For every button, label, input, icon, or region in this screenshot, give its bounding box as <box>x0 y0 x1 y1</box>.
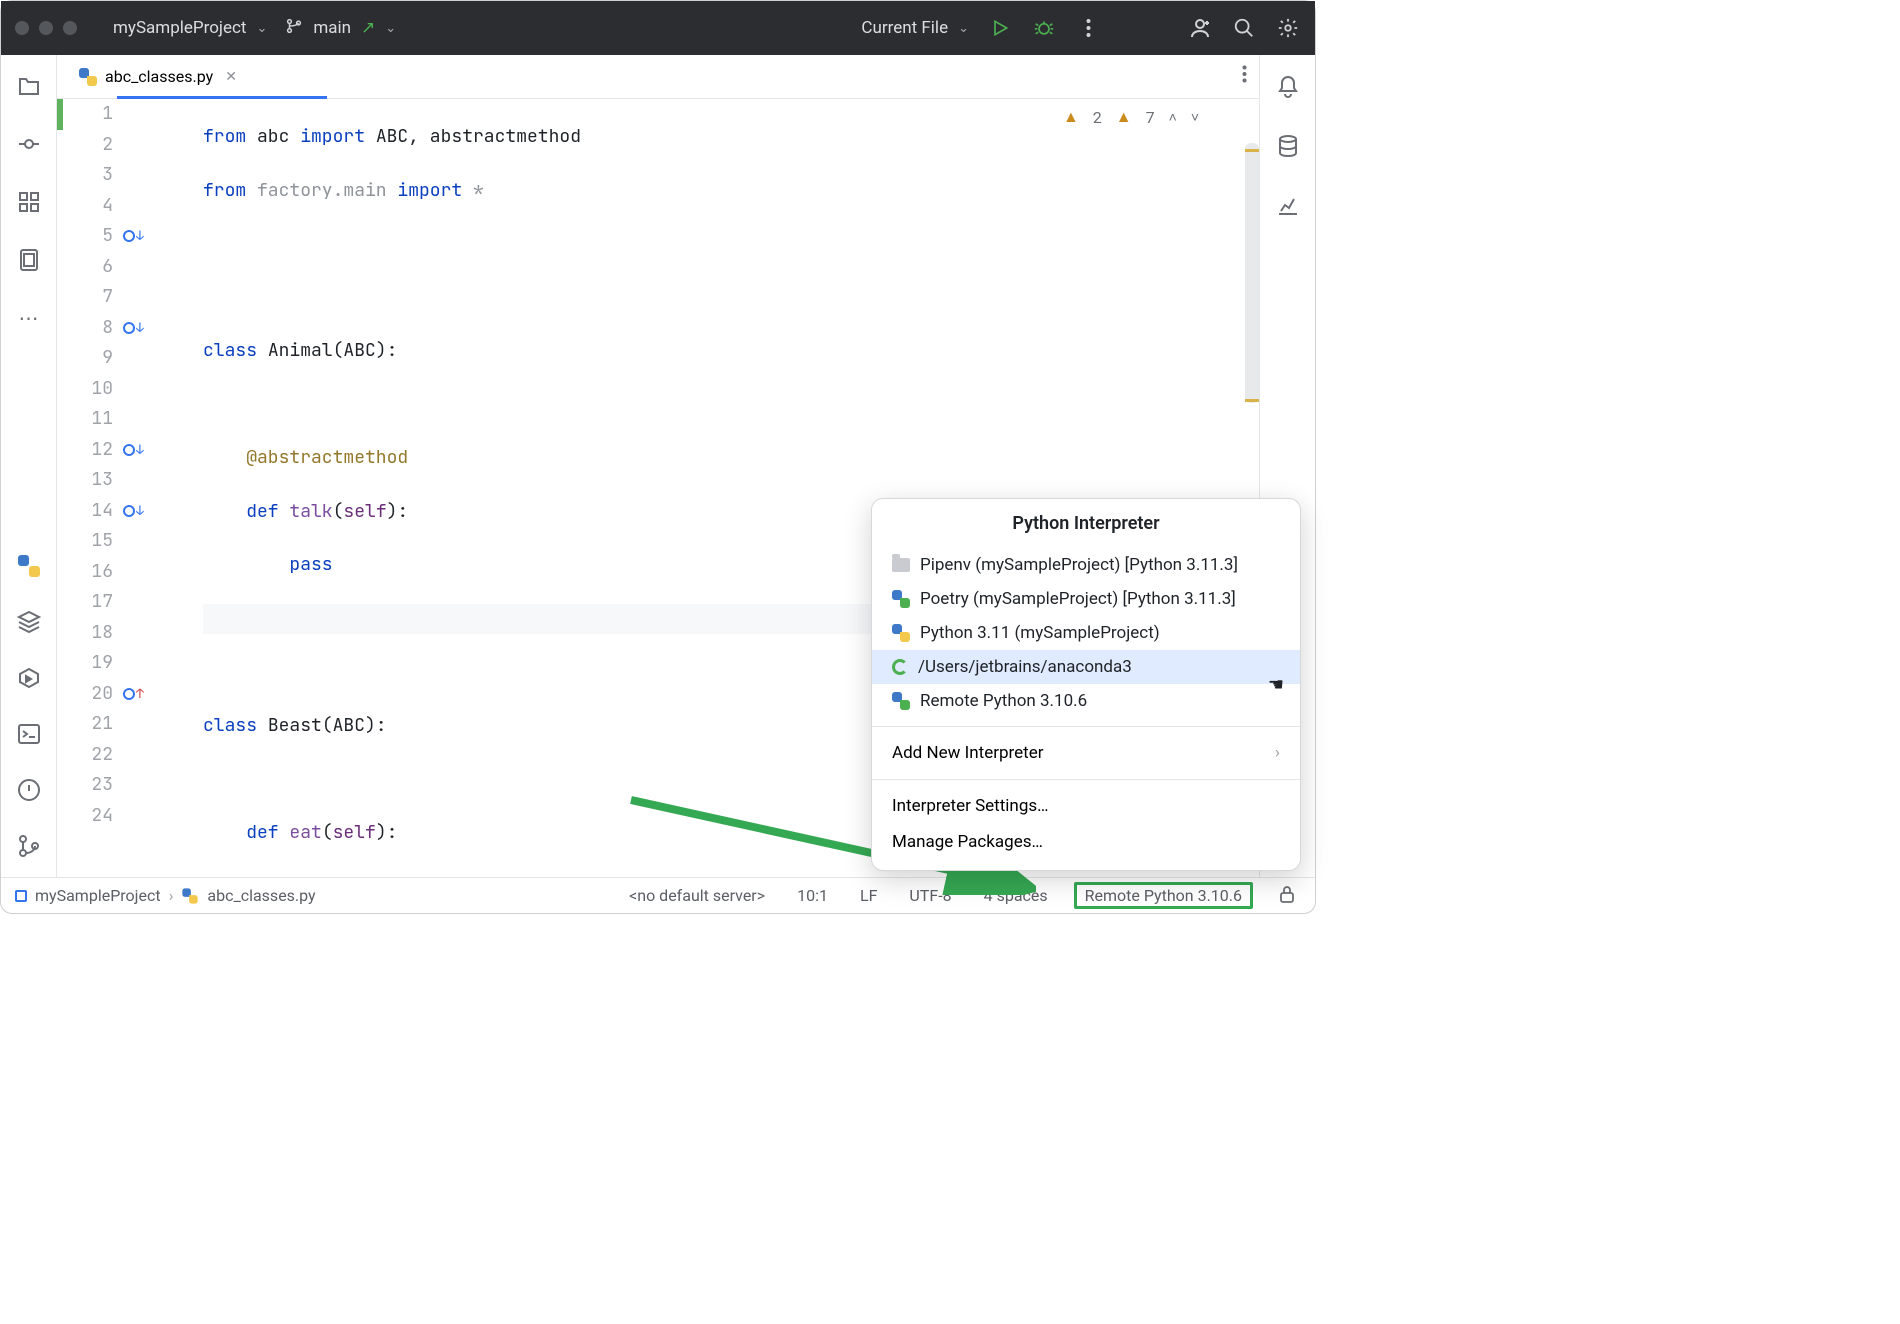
warning-count-2: 7 <box>1146 108 1155 127</box>
line-separator-widget[interactable]: LF <box>854 884 883 907</box>
titlebar: mySampleProject ⌄ main ↗ ⌄ Current File … <box>1 1 1315 55</box>
chevron-down-icon: ⌄ <box>256 21 267 36</box>
code-with-me-icon[interactable] <box>1187 15 1213 41</box>
editor-scrollbar[interactable] <box>1245 143 1259 403</box>
terminal-tool-icon[interactable] <box>16 721 42 747</box>
editor-tabs-more[interactable] <box>1242 64 1247 89</box>
problems-tool-icon[interactable] <box>16 777 42 803</box>
inspection-widget[interactable]: ▲ 2 ▲ 7 ˄ ˅ <box>1063 107 1199 127</box>
editor-tab[interactable]: abc_classes.py ✕ <box>69 61 247 92</box>
cursor-icon: ☚ <box>1268 674 1284 695</box>
interpreter-option[interactable]: Poetry (mySampleProject) [Python 3.11.3] <box>872 582 1300 616</box>
python-icon <box>892 590 910 608</box>
readonly-lock-icon[interactable] <box>1273 883 1301 909</box>
tab-filename: abc_classes.py <box>105 67 213 86</box>
python-packages-icon[interactable] <box>16 609 42 635</box>
python-file-icon <box>79 68 97 86</box>
vcs-branch-selector[interactable]: main ↗ ⌄ <box>285 17 396 40</box>
interpreter-option[interactable]: Python 3.11 (mySampleProject) <box>872 616 1300 650</box>
status-bar: mySampleProject › abc_classes.py <no def… <box>1 877 1315 913</box>
run-button[interactable] <box>987 15 1013 41</box>
python-icon <box>892 692 910 710</box>
manage-packages-item[interactable]: Manage Packages… <box>872 824 1300 860</box>
chevron-down-icon: ⌄ <box>958 21 969 36</box>
push-arrow-icon: ↗ <box>361 18 375 38</box>
project-name: mySampleProject <box>113 18 246 38</box>
interpreter-popup: Python Interpreter Pipenv (mySampleProje… <box>871 498 1301 871</box>
database-tool-icon[interactable] <box>1275 133 1301 159</box>
chevron-right-icon: › <box>169 886 174 905</box>
commit-tool-icon[interactable] <box>16 131 42 157</box>
editor-gutter[interactable]: 123456789101112131415161718192021222324 … <box>57 99 197 877</box>
breadcrumb-project[interactable]: mySampleProject <box>35 886 161 905</box>
structure-tool-icon[interactable] <box>16 189 42 215</box>
editor-tabbar: abc_classes.py ✕ <box>57 55 1259 99</box>
chevron-up-icon[interactable]: ˄ <box>1169 109 1177 126</box>
settings-icon[interactable] <box>1275 15 1301 41</box>
close-window[interactable] <box>15 21 29 35</box>
branch-icon <box>285 17 303 40</box>
warning-icon: ▲ <box>1116 107 1132 127</box>
project-tool-icon[interactable] <box>16 73 42 99</box>
interpreter-label: Remote Python 3.10.6 <box>920 691 1087 711</box>
interpreter-label: /Users/jetbrains/anaconda3 <box>918 657 1132 677</box>
module-icon <box>15 890 27 902</box>
popup-title: Python Interpreter <box>872 513 1300 534</box>
close-tab-icon[interactable]: ✕ <box>225 69 237 85</box>
python-console-icon[interactable] <box>16 553 42 579</box>
breadcrumb-file[interactable]: abc_classes.py <box>207 886 315 905</box>
interpreter-option[interactable]: /Users/jetbrains/anaconda3☚ <box>872 650 1300 684</box>
window-controls[interactable] <box>15 21 77 35</box>
indent-widget[interactable]: 4 spaces <box>978 884 1054 907</box>
interpreter-label: Pipenv (mySampleProject) [Python 3.11.3] <box>920 555 1238 575</box>
left-tool-rail: ⋯ <box>1 55 57 877</box>
chevron-down-icon[interactable]: ˅ <box>1191 109 1199 126</box>
project-selector[interactable]: mySampleProject ⌄ <box>113 18 267 38</box>
run-config-label: Current File <box>861 18 948 38</box>
branch-name: main <box>313 18 351 38</box>
loading-spinner-icon <box>892 659 908 675</box>
python-icon <box>892 624 910 642</box>
notifications-tool-icon[interactable] <box>1275 73 1301 99</box>
python-interpreter-widget[interactable]: Remote Python 3.10.6 <box>1074 882 1253 909</box>
debug-button[interactable] <box>1031 15 1057 41</box>
encoding-widget[interactable]: UTF-8 <box>903 884 957 907</box>
minimize-window[interactable] <box>39 21 53 35</box>
bookmarks-tool-icon[interactable] <box>16 247 42 273</box>
add-new-interpreter-item[interactable]: Add New Interpreter › <box>872 735 1300 771</box>
caret-position-widget[interactable]: 10:1 <box>791 884 834 907</box>
warning-icon: ▲ <box>1063 107 1079 127</box>
chevron-right-icon: › <box>1275 743 1280 763</box>
interpreter-option[interactable]: Pipenv (mySampleProject) [Python 3.11.3] <box>872 548 1300 582</box>
more-actions-button[interactable] <box>1075 15 1101 41</box>
vcs-tool-icon[interactable] <box>16 833 42 859</box>
interpreter-settings-item[interactable]: Interpreter Settings… <box>872 788 1300 824</box>
search-everywhere-icon[interactable] <box>1231 15 1257 41</box>
zoom-window[interactable] <box>63 21 77 35</box>
python-file-icon <box>183 888 198 903</box>
more-tools-icon[interactable]: ⋯ <box>16 305 42 331</box>
chevron-down-icon: ⌄ <box>385 21 396 36</box>
interpreter-option[interactable]: Remote Python 3.10.6 <box>872 684 1300 718</box>
interpreter-label: Poetry (mySampleProject) [Python 3.11.3] <box>920 589 1236 609</box>
interpreter-label: Python 3.11 (mySampleProject) <box>920 623 1160 643</box>
sciview-tool-icon[interactable] <box>1275 193 1301 219</box>
run-config-selector[interactable]: Current File ⌄ <box>861 18 969 38</box>
warning-count-1: 2 <box>1093 108 1102 127</box>
folder-icon <box>892 558 910 572</box>
services-tool-icon[interactable] <box>16 665 42 691</box>
deployment-server-widget[interactable]: <no default server> <box>623 884 771 907</box>
